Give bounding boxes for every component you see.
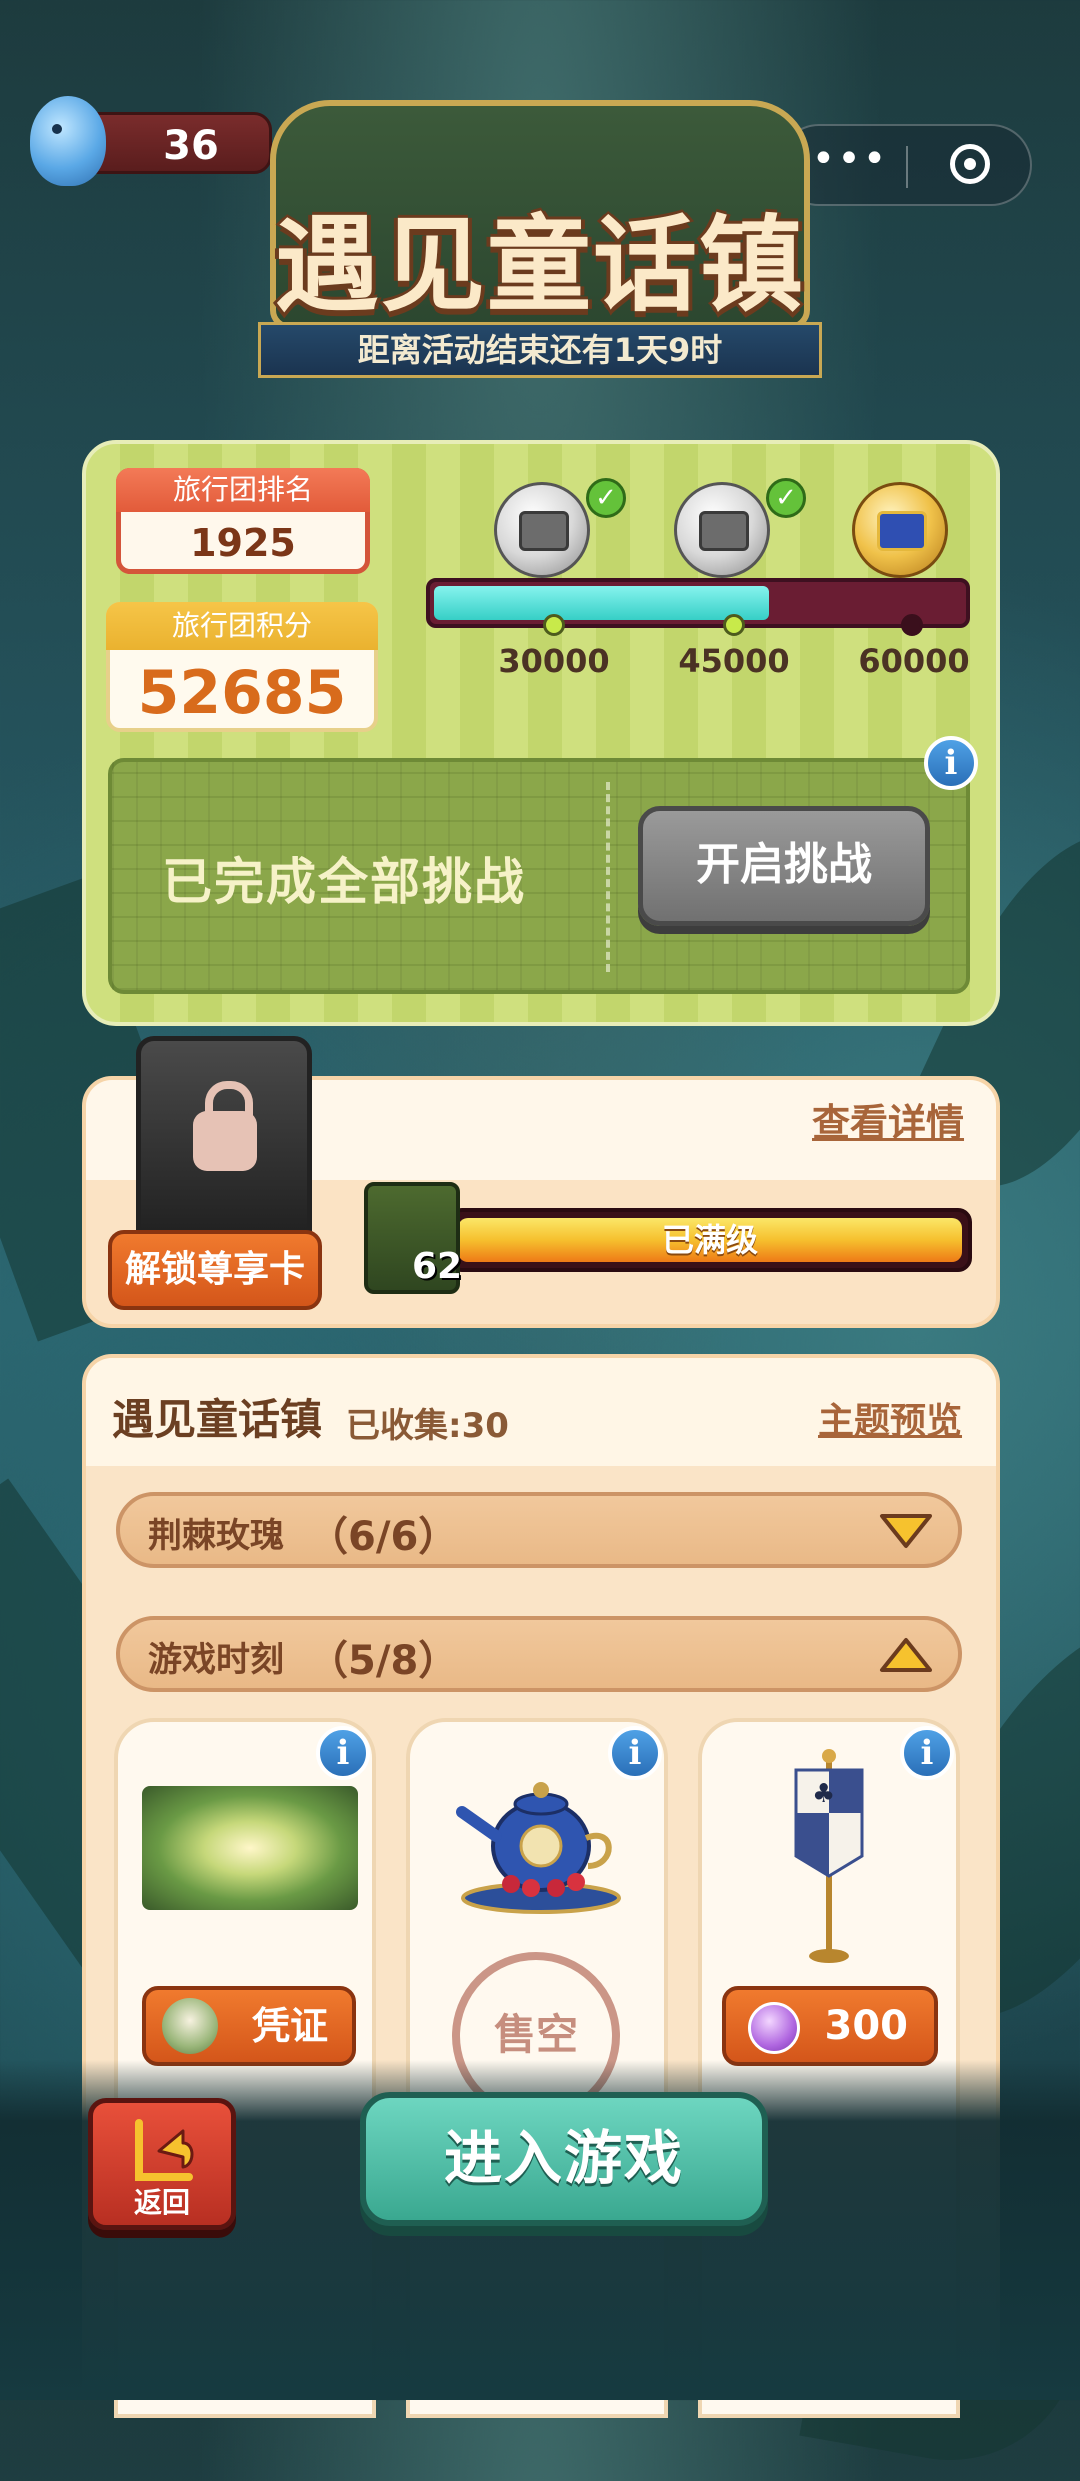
team-score-label: 旅行团积分	[106, 602, 378, 650]
forest-scene-image	[142, 1786, 358, 1910]
milestone-label: 45000	[678, 642, 790, 680]
group-count: （5/8）	[308, 1638, 459, 1684]
chest-body	[519, 511, 569, 551]
challenge-divider	[606, 782, 610, 972]
team-score-progress-fill	[434, 586, 769, 620]
team-score-value: 52685	[137, 658, 347, 728]
voucher-button[interactable]: 凭证	[142, 1986, 356, 2066]
collection-count: 已收集:30	[346, 1406, 509, 1446]
team-score-progress	[426, 578, 970, 628]
event-title: 遇见童话镇	[274, 204, 805, 326]
collection-group-row[interactable]: 游戏时刻 （5/8）	[116, 1616, 962, 1692]
team-rank-label: 旅行团排名	[116, 468, 370, 512]
locked-card[interactable]	[136, 1036, 312, 1250]
back-button[interactable]: 返回	[88, 2098, 236, 2230]
start-challenge-button[interactable]: 开启挑战	[638, 806, 930, 926]
item-price: 300	[824, 2003, 909, 2049]
purple-coin-icon	[748, 2002, 800, 2054]
team-rank-tag: 旅行团排名 1925	[116, 468, 370, 574]
currency-count: 36	[163, 123, 219, 169]
info-icon[interactable]: i	[924, 736, 978, 790]
claimed-check-icon: ✓	[586, 478, 626, 518]
spellbook-icon: 62	[364, 1182, 463, 1294]
view-details-link[interactable]: 查看详情	[812, 1092, 964, 1147]
bluebird-icon	[30, 96, 106, 186]
info-icon[interactable]: i	[900, 1726, 954, 1780]
info-icon[interactable]: i	[316, 1726, 370, 1780]
svg-text:♣: ♣	[812, 1779, 835, 1809]
collection-group-row[interactable]: 荆棘玫瑰 （6/6）	[116, 1492, 962, 1568]
pass-level-status: 已满级	[661, 1221, 758, 1259]
milestone-marker	[543, 614, 565, 636]
group-name: 游戏时刻	[148, 1640, 284, 1680]
collection-title: 遇见童话镇	[112, 1395, 323, 1444]
enter-game-button[interactable]: 进入游戏	[360, 2092, 768, 2226]
team-rank-value: 1925	[190, 521, 296, 565]
group-name: 荆棘玫瑰	[148, 1516, 284, 1556]
milestone-label: 60000	[858, 642, 970, 680]
svg-text:♠: ♠	[838, 1823, 861, 1853]
countdown-ribbon: 距离活动结束还有1天9时	[258, 322, 822, 378]
close-target-icon[interactable]	[950, 144, 990, 184]
milestone-marker	[723, 614, 745, 636]
group-count: （6/6）	[308, 1514, 459, 1560]
unlock-premium-label: 解锁尊享卡	[124, 1249, 305, 1290]
back-label: 返回	[133, 2186, 190, 2219]
claimed-check-icon: ✓	[766, 478, 806, 518]
bunny-icon	[162, 1998, 218, 2054]
chevron-up-icon	[880, 1638, 932, 1672]
capsule-divider	[906, 146, 908, 188]
buy-button[interactable]: 300	[722, 1986, 938, 2066]
chest-body	[877, 511, 927, 551]
chevron-down-icon	[880, 1514, 932, 1548]
start-challenge-label: 开启挑战	[696, 839, 872, 890]
milestone-marker	[901, 614, 923, 636]
pass-level-bar: 已满级	[448, 1208, 972, 1272]
team-score-tag: 旅行团积分 52685	[106, 602, 378, 732]
theme-preview-link[interactable]: 主题预览	[818, 1392, 962, 1444]
gold-chest-icon[interactable]	[852, 482, 948, 578]
pass-level-number: 62	[412, 1246, 463, 1287]
back-arrow-icon	[135, 2119, 194, 2181]
voucher-label: 凭证	[251, 2004, 328, 2048]
unlock-premium-button[interactable]: 解锁尊享卡	[108, 1230, 322, 1310]
silver-chest-icon[interactable]	[674, 482, 770, 578]
challenge-status: 已完成全部挑战	[162, 853, 526, 911]
teapot-icon	[456, 1782, 621, 1914]
silver-chest-icon[interactable]	[494, 482, 590, 578]
countdown-text: 距离活动结束还有1天9时	[357, 331, 723, 369]
enter-game-label: 进入游戏	[443, 2124, 684, 2192]
card-suit-banner-icon: ♣ ♠	[794, 1749, 864, 1963]
lock-icon	[193, 1081, 257, 1171]
chest-body	[699, 511, 749, 551]
milestone-label: 30000	[498, 642, 610, 680]
